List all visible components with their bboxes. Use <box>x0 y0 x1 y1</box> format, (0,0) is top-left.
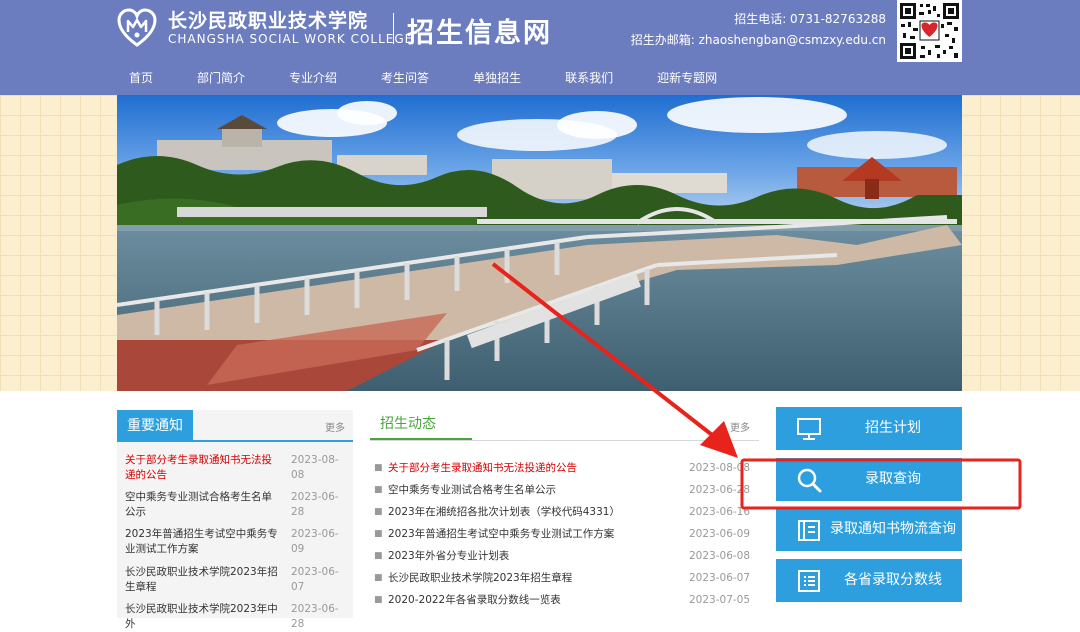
bullet-icon: ■ <box>374 529 383 539</box>
news-list-item: ■ 2023年在湘统招各批次计划表（学校代码4331） 2023-06-16 <box>374 503 754 521</box>
notice-header: 重要通知 更多 <box>117 410 353 442</box>
nav-home[interactable]: 首页 <box>117 62 165 94</box>
news-link[interactable]: 空中乘务专业测试合格考生名单公示 <box>388 481 556 499</box>
news-list-item: ■ 2023年普通招生考试空中乘务专业测试工作方案 2023-06-09 <box>374 525 754 543</box>
admission-query-button[interactable]: 录取查询 <box>776 458 962 501</box>
notice-date: 2023-08-08 <box>291 454 339 481</box>
list-icon <box>798 570 820 592</box>
news-link[interactable]: 2023年在湘统招各批次计划表（学校代码4331） <box>388 503 620 521</box>
admission-query-label: 录取查询 <box>865 471 921 487</box>
provincial-scores-label: 各省录取分数线 <box>844 572 942 588</box>
nav-independent-admission[interactable]: 单独招生 <box>461 62 533 94</box>
bullet-icon: ■ <box>374 551 383 561</box>
main-nav: 首页 部门简介 专业介绍 考生问答 单独招生 联系我们 迎新专题网 <box>117 62 749 94</box>
notice-link[interactable]: 长沙民政职业技术学院2023年中外 <box>125 602 281 632</box>
news-link[interactable]: 2023年外省分专业计划表 <box>388 547 509 565</box>
admission-plan-label: 招生计划 <box>865 420 921 436</box>
school-name-cn: 长沙民政职业技术学院 <box>168 10 369 32</box>
school-name-en: CHANGSHA SOCIAL WORK COLLEGE <box>168 32 414 46</box>
admission-plan-button[interactable]: 招生计划 <box>776 407 962 450</box>
search-icon <box>797 468 822 493</box>
notice-date: 2023-06-28 <box>291 491 339 518</box>
site-header: 长沙民政职业技术学院 CHANGSHA SOCIAL WORK COLLEGE … <box>0 0 1080 95</box>
bullet-icon: ■ <box>374 485 383 495</box>
notice-link[interactable]: 关于部分考生录取通知书无法投递的公告 <box>125 453 281 483</box>
notice-date: 2023-06-09 <box>291 528 339 555</box>
provincial-scores-button[interactable]: 各省录取分数线 <box>776 559 962 602</box>
news-link[interactable]: 2020-2022年各省录取分数线一览表 <box>388 591 561 609</box>
site-name: 招生信息网 <box>407 18 552 49</box>
monitor-icon <box>797 418 821 440</box>
news-list-item: ■ 关于部分考生录取通知书无法投递的公告 2023-08-08 <box>374 459 754 477</box>
news-header-divider <box>370 440 759 441</box>
news-list-item: ■ 2020-2022年各省录取分数线一览表 2023-07-05 <box>374 591 754 609</box>
nav-majors[interactable]: 专业介绍 <box>277 62 349 94</box>
news-more-link[interactable]: 更多 <box>730 419 750 434</box>
nav-faq[interactable]: 考生问答 <box>369 62 441 94</box>
notice-date: 2023-06-07 <box>291 566 339 593</box>
news-link[interactable]: 关于部分考生录取通知书无法投递的公告 <box>388 459 577 477</box>
notice-link[interactable]: 长沙民政职业技术学院2023年招生章程 <box>125 565 281 595</box>
news-list-item: ■ 2023年外省分专业计划表 2023-06-08 <box>374 547 754 565</box>
news-list-item: ■ 空中乘务专业测试合格考生名单公示 2023-06-28 <box>374 481 754 499</box>
news-date: 2023-07-05 <box>689 594 751 606</box>
news-link[interactable]: 长沙民政职业技术学院2023年招生章程 <box>388 569 572 587</box>
notice-more-link[interactable]: 更多 <box>325 419 345 434</box>
news-panel-title: 招生动态 <box>370 412 472 440</box>
bullet-icon: ■ <box>374 463 383 473</box>
notice-logistics-button[interactable]: 录取通知书物流查询 <box>776 508 962 551</box>
campus-banner-image[interactable] <box>117 95 962 391</box>
bullet-icon: ■ <box>374 573 383 583</box>
bullet-icon: ■ <box>374 507 383 517</box>
notice-date: 2023-06-28 <box>291 603 339 630</box>
college-logo-icon[interactable] <box>117 8 157 48</box>
important-notices-panel: 重要通知 更多 关于部分考生录取通知书无法投递的公告 2023-08-08 空中… <box>117 410 353 630</box>
news-date: 2023-06-09 <box>689 528 751 540</box>
news-date: 2023-06-28 <box>689 484 751 496</box>
nav-welcome-freshmen[interactable]: 迎新专题网 <box>645 62 729 94</box>
news-link[interactable]: 2023年普通招生考试空中乘务专业测试工作方案 <box>388 525 614 543</box>
nav-contact[interactable]: 联系我们 <box>553 62 625 94</box>
news-date: 2023-06-07 <box>689 572 751 584</box>
admission-email[interactable]: 招生办邮箱: zhaoshengban@csmzxy.edu.cn <box>631 31 886 48</box>
notice-panel-title: 重要通知 <box>117 410 193 440</box>
news-date: 2023-06-16 <box>689 506 751 518</box>
news-list-item: ■ 长沙民政职业技术学院2023年招生章程 2023-06-07 <box>374 569 754 587</box>
qr-code-icon <box>897 0 962 62</box>
admission-phone: 招生电话: 0731-82763288 <box>734 12 886 26</box>
document-icon <box>798 520 820 541</box>
notice-logistics-label: 录取通知书物流查询 <box>830 521 956 537</box>
notice-link[interactable]: 2023年普通招生考试空中乘务专业测试工作方案 <box>125 527 281 557</box>
news-date: 2023-06-08 <box>689 550 751 562</box>
news-date: 2023-08-08 <box>689 462 751 474</box>
nav-departments[interactable]: 部门简介 <box>185 62 257 94</box>
logo-divider <box>393 13 394 44</box>
notice-link[interactable]: 空中乘务专业测试合格考生名单公示 <box>125 490 281 520</box>
bullet-icon: ■ <box>374 595 383 605</box>
